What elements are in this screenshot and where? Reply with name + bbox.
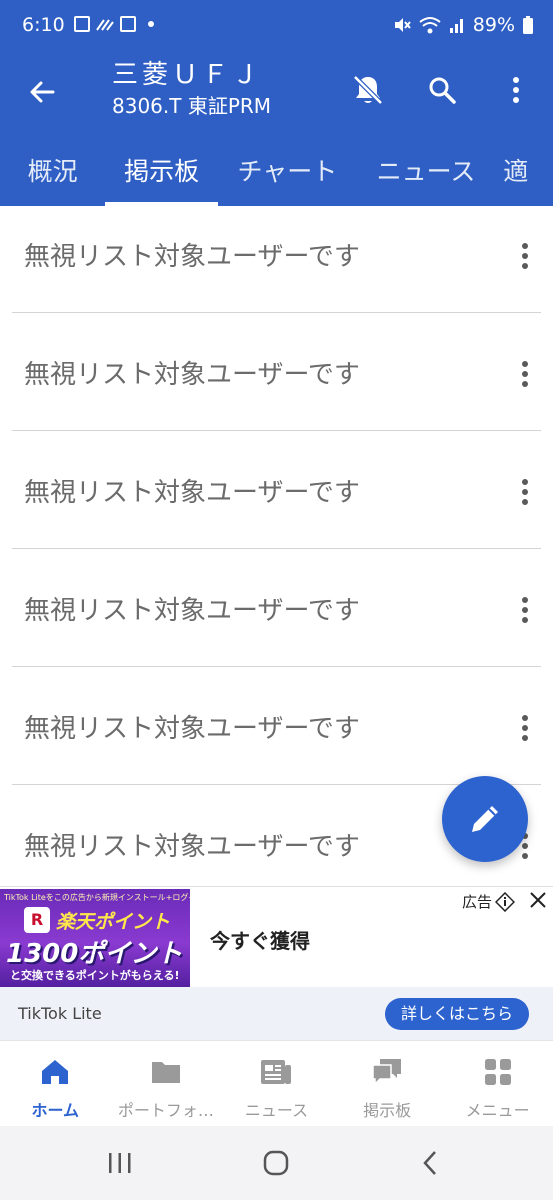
list-item[interactable]: 無視リスト対象ユーザーです: [0, 442, 553, 560]
tab-bar: 概況 掲示板 チャート ニュース 適: [0, 140, 553, 206]
hidden-user-message: 無視リスト対象ユーザーです: [24, 832, 360, 862]
ad-banner[interactable]: TikTok Liteをこの広告から新規インストール+ログインで R 楽天ポイン…: [0, 886, 553, 1041]
item-menu-button[interactable]: [513, 240, 537, 272]
home-circle-icon: [263, 1150, 289, 1176]
more-notifications-icon: [148, 21, 154, 27]
back-system-button[interactable]: [410, 1146, 450, 1180]
list-item[interactable]: 無視リスト対象ユーザーです: [0, 324, 553, 442]
bell-off-icon: [353, 75, 383, 105]
ad-footer: TikTok Lite 詳しくはこちら: [0, 987, 553, 1041]
more-vertical-icon: [522, 361, 528, 367]
item-menu-button[interactable]: [513, 712, 537, 744]
hidden-user-message: 無視リスト対象ユーザーです: [24, 360, 360, 390]
compose-post-button[interactable]: [442, 776, 528, 862]
search-icon: [429, 77, 456, 104]
system-status-icons: 89%: [393, 14, 533, 36]
hidden-user-message: 無視リスト対象ユーザーです: [24, 478, 360, 508]
rakuten-point-logo: R: [24, 907, 50, 933]
wifi-icon: [419, 17, 441, 34]
cell-signal-icon: [449, 19, 463, 33]
overflow-menu-button[interactable]: [492, 66, 540, 114]
ad-image-brand: 楽天ポイント: [56, 911, 171, 933]
home-system-button[interactable]: [256, 1146, 296, 1180]
ad-image[interactable]: TikTok Liteをこの広告から新規インストール+ログインで R 楽天ポイン…: [0, 889, 190, 987]
ad-info-icon: [495, 891, 515, 912]
nav-portfolio[interactable]: ポートフォ…: [111, 1041, 222, 1126]
mute-icon: [394, 18, 411, 32]
ad-headline[interactable]: 今すぐ獲得: [210, 925, 310, 954]
home-icon: [39, 1057, 71, 1087]
folder-icon: [150, 1057, 182, 1087]
stock-code: 8306.T 東証PRM: [112, 94, 272, 118]
list-item[interactable]: 無視リスト対象ユーザーです: [0, 560, 553, 678]
divider: [12, 548, 541, 549]
tab-chart[interactable]: チャート: [218, 140, 357, 206]
hidden-user-message: 無視リスト対象ユーザーです: [24, 714, 360, 744]
nav-label: ポートフォ…: [117, 1101, 214, 1120]
bottom-navigation: ホーム ポートフォ… ニュース 掲示板 メニュー: [0, 1040, 553, 1126]
recent-apps-button[interactable]: [100, 1146, 140, 1180]
news-notification-icon: [74, 16, 90, 32]
hidden-user-message: 無視リスト対象ユーザーです: [24, 596, 360, 626]
ad-cta-button[interactable]: 詳しくはこちら: [384, 998, 529, 1030]
status-time: 6:10: [22, 14, 65, 36]
ad-label[interactable]: 広告: [462, 891, 515, 912]
more-vertical-icon: [513, 77, 519, 103]
divider: [12, 312, 541, 313]
grid-menu-icon: [482, 1057, 514, 1087]
ad-close-button[interactable]: [527, 889, 549, 911]
nav-home[interactable]: ホーム: [0, 1041, 111, 1126]
back-button[interactable]: [18, 68, 66, 116]
nav-label: ニュース: [244, 1101, 309, 1120]
item-menu-button[interactable]: [513, 476, 537, 508]
news-notification-icon-2: [120, 16, 136, 32]
more-vertical-icon: [522, 715, 528, 721]
nav-label: メニュー: [465, 1101, 530, 1120]
battery-icon: [523, 16, 533, 34]
tab-message-board[interactable]: 掲示板: [105, 140, 218, 206]
item-menu-button[interactable]: [513, 358, 537, 390]
ad-advertiser: TikTok Lite: [18, 1004, 102, 1023]
more-vertical-icon: [522, 479, 528, 485]
news-icon: [260, 1057, 292, 1087]
app-bar: 三菱ＵＦＪ 8306.T 東証PRM 概況 掲示板 チャート ニュース 適: [0, 46, 553, 206]
nav-message-board[interactable]: 掲示板: [332, 1041, 443, 1126]
recent-apps-icon: [109, 1153, 131, 1173]
item-menu-button[interactable]: [513, 594, 537, 626]
hidden-user-message: 無視リスト対象ユーザーです: [24, 242, 360, 272]
tab-overview[interactable]: 概況: [0, 140, 105, 206]
divider: [12, 430, 541, 431]
battery-percent: 89%: [472, 14, 515, 36]
page-title: 三菱ＵＦＪ: [112, 60, 263, 90]
signal-notification-icon: [96, 19, 114, 31]
ad-image-footer: と交換できるポイントがもらえる!: [10, 969, 180, 982]
more-vertical-icon: [522, 597, 528, 603]
close-icon: [530, 892, 546, 908]
nav-label: 掲示板: [363, 1101, 412, 1120]
list-item[interactable]: 無視リスト対象ユーザーです: [0, 206, 553, 324]
tab-more[interactable]: 適: [495, 140, 553, 206]
more-vertical-icon: [522, 243, 528, 249]
status-bar: 6:10 89%: [0, 0, 553, 46]
notification-icons: [74, 16, 154, 32]
tab-news[interactable]: ニュース: [357, 140, 496, 206]
pencil-icon: [472, 806, 498, 832]
ad-image-caption: TikTok Liteをこの広告から新規インストール+ログインで: [4, 893, 190, 902]
notification-toggle-button[interactable]: [344, 66, 392, 114]
title-block: 三菱ＵＦＪ 8306.T 東証PRM: [112, 58, 271, 120]
ad-image-points: 1300ポイント: [6, 939, 183, 969]
chevron-left-icon: [423, 1151, 436, 1175]
divider: [12, 666, 541, 667]
chat-icon: [371, 1057, 403, 1087]
nav-label: ホーム: [31, 1101, 80, 1120]
nav-news[interactable]: ニュース: [221, 1041, 332, 1126]
search-button[interactable]: [418, 66, 466, 114]
system-navigation-bar: [0, 1126, 553, 1200]
arrow-left-icon: [30, 81, 55, 103]
nav-menu[interactable]: メニュー: [442, 1041, 553, 1126]
